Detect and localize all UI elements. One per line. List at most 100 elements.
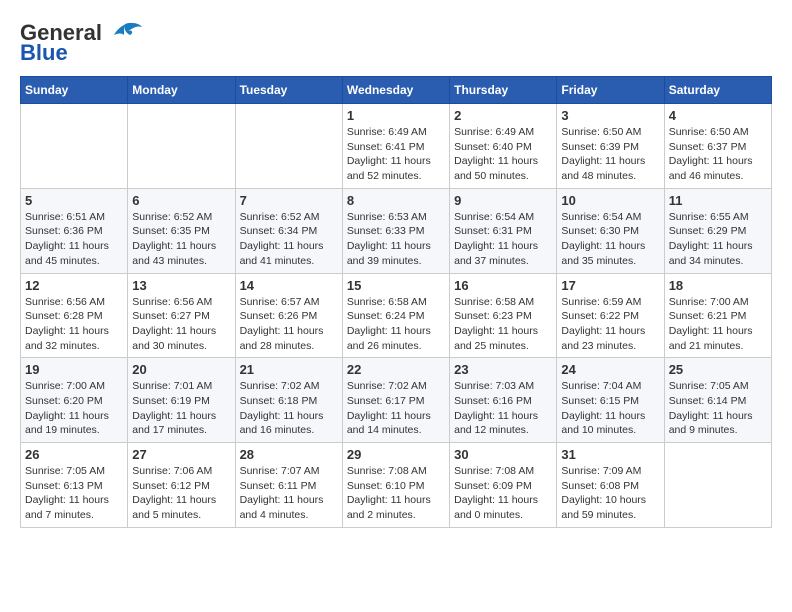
- day-number: 13: [132, 278, 230, 293]
- day-number: 27: [132, 447, 230, 462]
- day-info: Sunrise: 6:52 AM Sunset: 6:34 PM Dayligh…: [240, 210, 338, 269]
- day-info: Sunrise: 6:57 AM Sunset: 6:26 PM Dayligh…: [240, 295, 338, 354]
- day-number: 21: [240, 362, 338, 377]
- calendar-cell: 15 Sunrise: 6:58 AM Sunset: 6:24 PM Dayli…: [342, 273, 449, 358]
- calendar-cell: 16 Sunrise: 6:58 AM Sunset: 6:23 PM Dayli…: [450, 273, 557, 358]
- day-info: Sunrise: 7:02 AM Sunset: 6:18 PM Dayligh…: [240, 379, 338, 438]
- day-info: Sunrise: 6:58 AM Sunset: 6:23 PM Dayligh…: [454, 295, 552, 354]
- week-row-5: 26 Sunrise: 7:05 AM Sunset: 6:13 PM Dayli…: [21, 443, 772, 528]
- day-info: Sunrise: 7:00 AM Sunset: 6:20 PM Dayligh…: [25, 379, 123, 438]
- day-number: 18: [669, 278, 767, 293]
- calendar-cell: 7Sunrise: 6:52 AM Sunset: 6:34 PM Daylig…: [235, 188, 342, 273]
- day-info: Sunrise: 7:01 AM Sunset: 6:19 PM Dayligh…: [132, 379, 230, 438]
- calendar-body: 1 Sunrise: 6:49 AM Sunset: 6:41 PM Daylig…: [21, 104, 772, 528]
- weekday-header-friday: Friday: [557, 77, 664, 104]
- logo: General Blue: [20, 20, 142, 66]
- day-number: 22: [347, 362, 445, 377]
- day-number: 3: [561, 108, 659, 123]
- calendar-cell: 30Sunrise: 7:08 AM Sunset: 6:09 PM Dayli…: [450, 443, 557, 528]
- day-info: Sunrise: 6:52 AM Sunset: 6:35 PM Dayligh…: [132, 210, 230, 269]
- day-info: Sunrise: 7:09 AM Sunset: 6:08 PM Dayligh…: [561, 464, 659, 523]
- day-info: Sunrise: 6:54 AM Sunset: 6:30 PM Dayligh…: [561, 210, 659, 269]
- calendar-cell: [21, 104, 128, 189]
- calendar-cell: 18Sunrise: 7:00 AM Sunset: 6:21 PM Dayli…: [664, 273, 771, 358]
- day-number: 19: [25, 362, 123, 377]
- page-header: General Blue: [20, 20, 772, 66]
- day-number: 16: [454, 278, 552, 293]
- day-number: 15: [347, 278, 445, 293]
- day-info: Sunrise: 6:58 AM Sunset: 6:24 PM Dayligh…: [347, 295, 445, 354]
- calendar-cell: 20 Sunrise: 7:01 AM Sunset: 6:19 PM Dayli…: [128, 358, 235, 443]
- day-number: 2: [454, 108, 552, 123]
- calendar-cell: 6 Sunrise: 6:52 AM Sunset: 6:35 PM Daylig…: [128, 188, 235, 273]
- day-info: Sunrise: 7:07 AM Sunset: 6:11 PM Dayligh…: [240, 464, 338, 523]
- calendar-cell: 2 Sunrise: 6:49 AM Sunset: 6:40 PM Daylig…: [450, 104, 557, 189]
- day-number: 28: [240, 447, 338, 462]
- calendar-cell: 10 Sunrise: 6:54 AM Sunset: 6:30 PM Dayli…: [557, 188, 664, 273]
- day-info: Sunrise: 6:51 AM Sunset: 6:36 PM Dayligh…: [25, 210, 123, 269]
- weekday-header-saturday: Saturday: [664, 77, 771, 104]
- calendar-cell: [128, 104, 235, 189]
- calendar-cell: 13Sunrise: 6:56 AM Sunset: 6:27 PM Dayli…: [128, 273, 235, 358]
- calendar-cell: 28 Sunrise: 7:07 AM Sunset: 6:11 PM Dayli…: [235, 443, 342, 528]
- calendar-cell: 31 Sunrise: 7:09 AM Sunset: 6:08 PM Dayli…: [557, 443, 664, 528]
- calendar-cell: 5 Sunrise: 6:51 AM Sunset: 6:36 PM Daylig…: [21, 188, 128, 273]
- weekday-header-sunday: Sunday: [21, 77, 128, 104]
- day-number: 10: [561, 193, 659, 208]
- calendar-cell: 1 Sunrise: 6:49 AM Sunset: 6:41 PM Daylig…: [342, 104, 449, 189]
- calendar-cell: 27 Sunrise: 7:06 AM Sunset: 6:12 PM Dayli…: [128, 443, 235, 528]
- day-number: 30: [454, 447, 552, 462]
- calendar-table: SundayMondayTuesdayWednesdayThursdayFrid…: [20, 76, 772, 528]
- calendar-cell: 12 Sunrise: 6:56 AM Sunset: 6:28 PM Dayli…: [21, 273, 128, 358]
- calendar-cell: 19 Sunrise: 7:00 AM Sunset: 6:20 PM Dayli…: [21, 358, 128, 443]
- day-info: Sunrise: 7:02 AM Sunset: 6:17 PM Dayligh…: [347, 379, 445, 438]
- day-info: Sunrise: 6:49 AM Sunset: 6:40 PM Dayligh…: [454, 125, 552, 184]
- day-number: 26: [25, 447, 123, 462]
- day-number: 29: [347, 447, 445, 462]
- day-number: 25: [669, 362, 767, 377]
- day-info: Sunrise: 7:03 AM Sunset: 6:16 PM Dayligh…: [454, 379, 552, 438]
- day-number: 11: [669, 193, 767, 208]
- weekday-header-row: SundayMondayTuesdayWednesdayThursdayFrid…: [21, 77, 772, 104]
- day-info: Sunrise: 7:06 AM Sunset: 6:12 PM Dayligh…: [132, 464, 230, 523]
- calendar-cell: 8 Sunrise: 6:53 AM Sunset: 6:33 PM Daylig…: [342, 188, 449, 273]
- calendar-cell: 14 Sunrise: 6:57 AM Sunset: 6:26 PM Dayli…: [235, 273, 342, 358]
- week-row-2: 5 Sunrise: 6:51 AM Sunset: 6:36 PM Daylig…: [21, 188, 772, 273]
- day-number: 24: [561, 362, 659, 377]
- week-row-1: 1 Sunrise: 6:49 AM Sunset: 6:41 PM Daylig…: [21, 104, 772, 189]
- calendar-cell: 3Sunrise: 6:50 AM Sunset: 6:39 PM Daylig…: [557, 104, 664, 189]
- day-info: Sunrise: 6:56 AM Sunset: 6:28 PM Dayligh…: [25, 295, 123, 354]
- day-number: 5: [25, 193, 123, 208]
- day-number: 6: [132, 193, 230, 208]
- day-info: Sunrise: 7:08 AM Sunset: 6:10 PM Dayligh…: [347, 464, 445, 523]
- calendar-cell: 17 Sunrise: 6:59 AM Sunset: 6:22 PM Dayli…: [557, 273, 664, 358]
- day-info: Sunrise: 6:55 AM Sunset: 6:29 PM Dayligh…: [669, 210, 767, 269]
- day-info: Sunrise: 6:49 AM Sunset: 6:41 PM Dayligh…: [347, 125, 445, 184]
- day-number: 17: [561, 278, 659, 293]
- weekday-header-monday: Monday: [128, 77, 235, 104]
- day-info: Sunrise: 6:53 AM Sunset: 6:33 PM Dayligh…: [347, 210, 445, 269]
- day-number: 14: [240, 278, 338, 293]
- day-number: 8: [347, 193, 445, 208]
- day-number: 12: [25, 278, 123, 293]
- day-info: Sunrise: 6:54 AM Sunset: 6:31 PM Dayligh…: [454, 210, 552, 269]
- calendar-cell: 11 Sunrise: 6:55 AM Sunset: 6:29 PM Dayli…: [664, 188, 771, 273]
- day-number: 1: [347, 108, 445, 123]
- calendar-cell: 4Sunrise: 6:50 AM Sunset: 6:37 PM Daylig…: [664, 104, 771, 189]
- day-number: 31: [561, 447, 659, 462]
- day-info: Sunrise: 7:05 AM Sunset: 6:13 PM Dayligh…: [25, 464, 123, 523]
- weekday-header-wednesday: Wednesday: [342, 77, 449, 104]
- day-info: Sunrise: 7:04 AM Sunset: 6:15 PM Dayligh…: [561, 379, 659, 438]
- day-number: 20: [132, 362, 230, 377]
- calendar-cell: 25Sunrise: 7:05 AM Sunset: 6:14 PM Dayli…: [664, 358, 771, 443]
- weekday-header-tuesday: Tuesday: [235, 77, 342, 104]
- day-number: 4: [669, 108, 767, 123]
- calendar-cell: 26 Sunrise: 7:05 AM Sunset: 6:13 PM Dayli…: [21, 443, 128, 528]
- calendar-cell: 24 Sunrise: 7:04 AM Sunset: 6:15 PM Dayli…: [557, 358, 664, 443]
- day-number: 9: [454, 193, 552, 208]
- weekday-header-thursday: Thursday: [450, 77, 557, 104]
- calendar-cell: 29 Sunrise: 7:08 AM Sunset: 6:10 PM Dayli…: [342, 443, 449, 528]
- logo-bird-icon: [106, 21, 142, 45]
- day-info: Sunrise: 6:59 AM Sunset: 6:22 PM Dayligh…: [561, 295, 659, 354]
- calendar-cell: [664, 443, 771, 528]
